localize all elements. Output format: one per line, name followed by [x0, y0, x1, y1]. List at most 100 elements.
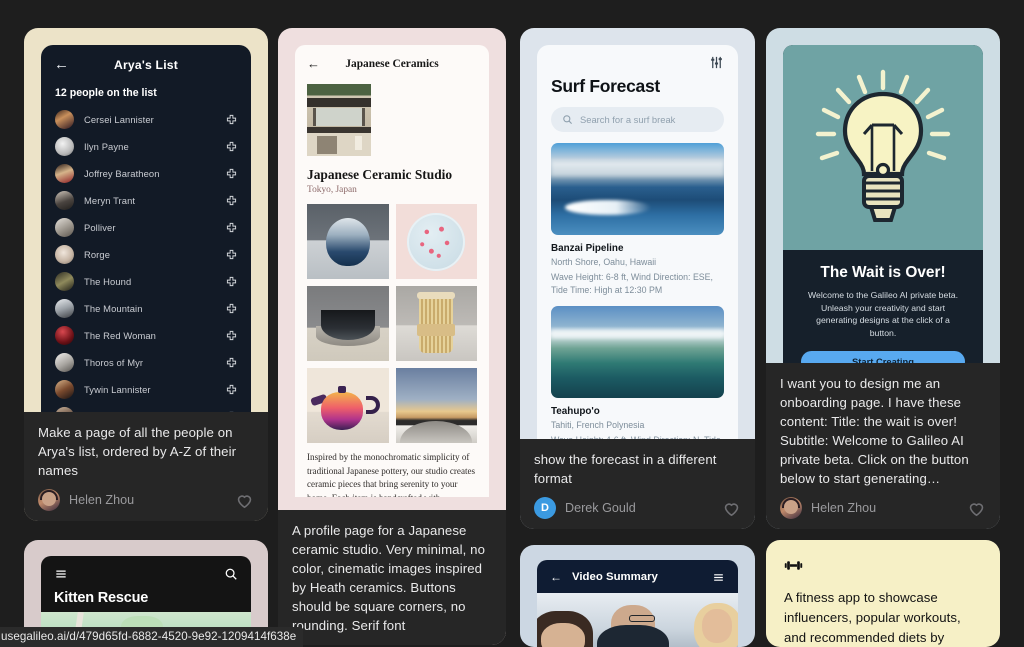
add-icon[interactable]: [226, 357, 237, 368]
person-name: The Hound: [84, 276, 132, 287]
avatar: [55, 380, 74, 399]
author-row: Helen Zhou: [38, 489, 254, 511]
product-image-bamboo-cup[interactable]: [395, 286, 477, 361]
card-preview: The Wait is Over! Welcome to the Galileo…: [766, 28, 1000, 363]
list-item[interactable]: Rorge: [41, 241, 251, 268]
list-item[interactable]: Polliver: [41, 214, 251, 241]
video-thumbnail[interactable]: [537, 593, 738, 647]
studio-location: Tokyo, Japan: [307, 185, 357, 195]
hamburger-icon[interactable]: [54, 567, 68, 581]
spot-name: Teahupo'o: [551, 406, 600, 417]
card-video-summary[interactable]: ← Video Summary: [520, 545, 755, 647]
arya-header: ← Arya's List: [41, 45, 251, 78]
hamburger-icon[interactable]: [712, 571, 725, 584]
card-footer: I want you to design me an onboarding pa…: [766, 363, 1000, 529]
design-gallery: ← Arya's List 12 people on the list Cers…: [0, 0, 1024, 647]
person-name: Ilyn Payne: [84, 141, 129, 152]
avatar: [780, 497, 802, 519]
list-item[interactable]: The Hound: [41, 268, 251, 295]
avatar: [55, 164, 74, 183]
list-item[interactable]: Meryn Trant: [41, 187, 251, 214]
product-image-cherry-blossom-plate[interactable]: [395, 204, 477, 279]
card-footer: show the forecast in a different format …: [520, 439, 755, 529]
list-item[interactable]: Tywin Lannister: [41, 376, 251, 403]
person-name: The Mountain: [84, 303, 143, 314]
start-creating-button[interactable]: Start Creating: [801, 351, 965, 363]
list-item[interactable]: Ilyn Payne: [41, 133, 251, 160]
author-name: Helen Zhou: [69, 493, 135, 507]
lightbulb-icon: [815, 69, 951, 222]
add-icon[interactable]: [226, 276, 237, 287]
card-galileo-onboarding[interactable]: The Wait is Over! Welcome to the Galileo…: [766, 28, 1000, 529]
card-preview: ← Japanese Ceramics Japanese Ceramic Stu…: [278, 28, 506, 510]
author-name: Derek Gould: [565, 501, 636, 515]
product-image-sunset-teapot[interactable]: [307, 368, 389, 443]
surf-topbar: [537, 45, 738, 70]
product-image-sunset-bowl[interactable]: [395, 368, 477, 443]
page-title: Kitten Rescue: [54, 590, 149, 606]
heart-icon[interactable]: [235, 491, 254, 510]
person-name: Thoros of Myr: [84, 357, 144, 368]
video-topbar: ← Video Summary: [537, 560, 738, 593]
spot-details: Wave Height: 6-8 ft, Wind Direction: ESE…: [551, 272, 713, 295]
author-row: Helen Zhou: [780, 497, 986, 519]
add-icon[interactable]: [226, 303, 237, 314]
person-name: Meryn Trant: [84, 195, 136, 206]
list-item[interactable]: Joffrey Baratheon: [41, 160, 251, 187]
add-icon[interactable]: [226, 411, 237, 412]
avatar: [55, 110, 74, 129]
person-name: Cersei Lannister: [84, 114, 154, 125]
avatar: [55, 272, 74, 291]
card-preview: ← Arya's List 12 people on the list Cers…: [24, 28, 268, 412]
avatar: [55, 326, 74, 345]
list-item[interactable]: Cersei Lannister: [41, 106, 251, 133]
add-icon[interactable]: [226, 249, 237, 260]
person-name: Walder Frey: [84, 411, 216, 412]
avatar: [55, 218, 74, 237]
card-footer: A profile page for a Japanese ceramic st…: [278, 510, 506, 645]
card-surf-forecast[interactable]: Surf Forecast Search for a surf break Ba…: [520, 28, 755, 529]
add-icon[interactable]: [226, 330, 237, 341]
page-title: Surf Forecast: [551, 76, 660, 96]
avatar: [55, 137, 74, 156]
search-input[interactable]: Search for a surf break: [551, 107, 724, 132]
list-item[interactable]: The Red Woman: [41, 322, 251, 349]
card-fitness-note[interactable]: A fitness app to showcase influencers, p…: [766, 540, 1000, 647]
card-aryas-list[interactable]: ← Arya's List 12 people on the list Cers…: [24, 28, 268, 521]
onboarding-subtitle: Welcome to the Galileo AI private beta. …: [807, 290, 959, 338]
prompt-text: I want you to design me an onboarding pa…: [780, 376, 969, 486]
arrow-left-icon[interactable]: ←: [550, 570, 562, 584]
heart-icon[interactable]: [967, 499, 986, 518]
add-icon[interactable]: [226, 141, 237, 152]
add-icon[interactable]: [226, 222, 237, 233]
avatar: [38, 489, 60, 511]
list-item[interactable]: Walder Frey: [41, 403, 251, 412]
heart-icon[interactable]: [722, 499, 741, 518]
add-icon[interactable]: [226, 195, 237, 206]
add-icon[interactable]: [226, 114, 237, 125]
phone-mockup-galileo: The Wait is Over! Welcome to the Galileo…: [783, 45, 983, 363]
avatar: [55, 353, 74, 372]
person-name: The Red Woman: [84, 330, 156, 341]
author-name: Helen Zhou: [811, 501, 877, 515]
sliders-icon[interactable]: [709, 55, 724, 70]
spot-details: Wave Height: 4-6 ft, Wind Direction: N, …: [537, 430, 738, 439]
add-icon[interactable]: [226, 384, 237, 395]
kitten-topbar: [41, 556, 251, 581]
search-icon: [562, 114, 573, 125]
spot-name: Banzai Pipeline: [551, 243, 624, 254]
list-item[interactable]: The Mountain: [41, 295, 251, 322]
avatar: [55, 407, 74, 412]
person-name: Tywin Lannister: [84, 384, 151, 395]
card-japanese-ceramics[interactable]: ← Japanese Ceramics Japanese Ceramic Stu…: [278, 28, 506, 645]
prompt-text: Make a page of all the people on Arya's …: [38, 425, 237, 478]
spot-location: North Shore, Oahu, Hawaii: [551, 257, 657, 267]
list-item[interactable]: Thoros of Myr: [41, 349, 251, 376]
prompt-text: show the forecast in a different format: [534, 452, 717, 486]
page-title: Video Summary: [572, 571, 658, 583]
add-icon[interactable]: [226, 168, 237, 179]
product-image-black-bowl[interactable]: [307, 286, 389, 361]
search-placeholder: Search for a surf break: [580, 114, 676, 125]
search-icon[interactable]: [224, 567, 238, 581]
product-image-blue-vase[interactable]: [307, 204, 389, 279]
